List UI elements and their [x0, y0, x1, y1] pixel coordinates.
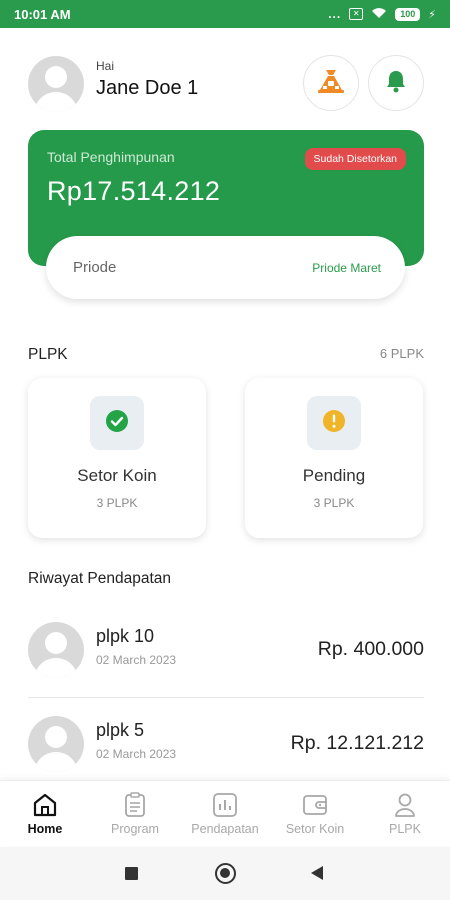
stat-icon-box — [307, 396, 361, 450]
home-icon — [0, 791, 90, 819]
pending-card[interactable]: Pending 3 PLPK — [245, 378, 423, 538]
history-item-amount: Rp. 400.000 — [317, 638, 424, 660]
pending-title: Pending — [302, 466, 366, 485]
bottom-nav: Home Program Pendapatan Setor Koin PLPK — [0, 780, 450, 846]
clipboard-icon — [90, 791, 180, 819]
nav-item-home[interactable]: Home — [0, 791, 90, 836]
home-circle-icon[interactable] — [215, 863, 236, 884]
divider — [28, 697, 424, 698]
nav-item-setor-koin[interactable]: Setor Koin — [270, 791, 360, 836]
battery-icon: 100 — [395, 7, 421, 21]
nav-item-plpk[interactable]: PLPK — [360, 791, 450, 836]
bell-icon — [385, 69, 407, 98]
nav-label-program: Program — [111, 822, 159, 836]
status-badge: Sudah Disetorkan — [304, 148, 406, 170]
setor-koin-card[interactable]: Setor Koin 3 PLPK — [28, 378, 206, 538]
program-button[interactable] — [303, 55, 359, 111]
history-item-name: plpk 5 — [96, 720, 145, 740]
wallet-icon — [270, 791, 360, 819]
status-time: 10:01 AM — [14, 6, 71, 22]
greeting-label: Hai — [96, 59, 115, 73]
period-value: Priode Maret — [312, 260, 381, 275]
period-label: Priode — [73, 259, 117, 276]
status-bar: 10:01 AM ... ✕ 100 ⚡ — [0, 0, 450, 28]
pending-count: 3 PLPK — [313, 496, 355, 510]
nav-label-plpk: PLPK — [389, 822, 421, 836]
exclamation-circle-icon — [322, 409, 346, 438]
wifi-icon — [371, 7, 387, 22]
nav-label-setor-koin: Setor Koin — [285, 822, 345, 836]
total-amount: Rp17.514.212 — [47, 176, 221, 206]
person-icon — [360, 791, 450, 819]
recents-icon[interactable] — [125, 867, 138, 880]
nav-item-program[interactable]: Program — [90, 791, 180, 836]
total-label: Total Penghimpunan — [47, 149, 175, 165]
list-item[interactable]: plpk 10 02 March 2023 Rp. 400.000 — [28, 622, 424, 702]
plpk-count: 6 PLPK — [379, 346, 424, 361]
history-item-name: plpk 10 — [96, 626, 155, 646]
back-triangle-icon[interactable] — [311, 866, 323, 880]
avatar — [28, 622, 84, 678]
header: Hai Jane Doe 1 — [28, 55, 424, 113]
setor-koin-title: Setor Koin — [77, 466, 157, 485]
nav-item-pendapatan[interactable]: Pendapatan — [180, 791, 270, 836]
notification-dots: ... — [328, 7, 342, 21]
history-section-title: Riwayat Pendapatan — [28, 570, 172, 587]
avatar[interactable] — [28, 56, 84, 112]
nav-label-home: Home — [27, 822, 63, 836]
nav-label-pendapatan: Pendapatan — [191, 822, 259, 836]
plpk-section-title: PLPK — [28, 346, 68, 363]
status-icons: ... ✕ 100 ⚡ — [328, 7, 436, 22]
notification-button[interactable] — [368, 55, 424, 111]
stat-icon-box — [90, 396, 144, 450]
coin-bag-icon — [316, 68, 346, 99]
setor-koin-count: 3 PLPK — [96, 496, 138, 510]
avatar — [28, 716, 84, 772]
history-item-date: 02 March 2023 — [96, 747, 177, 761]
x-box-icon: ✕ — [349, 8, 364, 20]
bar-chart-icon — [180, 791, 270, 819]
bolt-icon: ⚡ — [428, 8, 436, 21]
check-circle-icon — [105, 409, 129, 438]
user-name: Jane Doe 1 — [96, 77, 199, 99]
history-item-date: 02 March 2023 — [96, 653, 177, 667]
period-selector[interactable]: Priode Priode Maret — [46, 236, 405, 299]
system-nav-bar — [0, 847, 450, 900]
history-item-amount: Rp. 12.121.212 — [290, 732, 424, 754]
